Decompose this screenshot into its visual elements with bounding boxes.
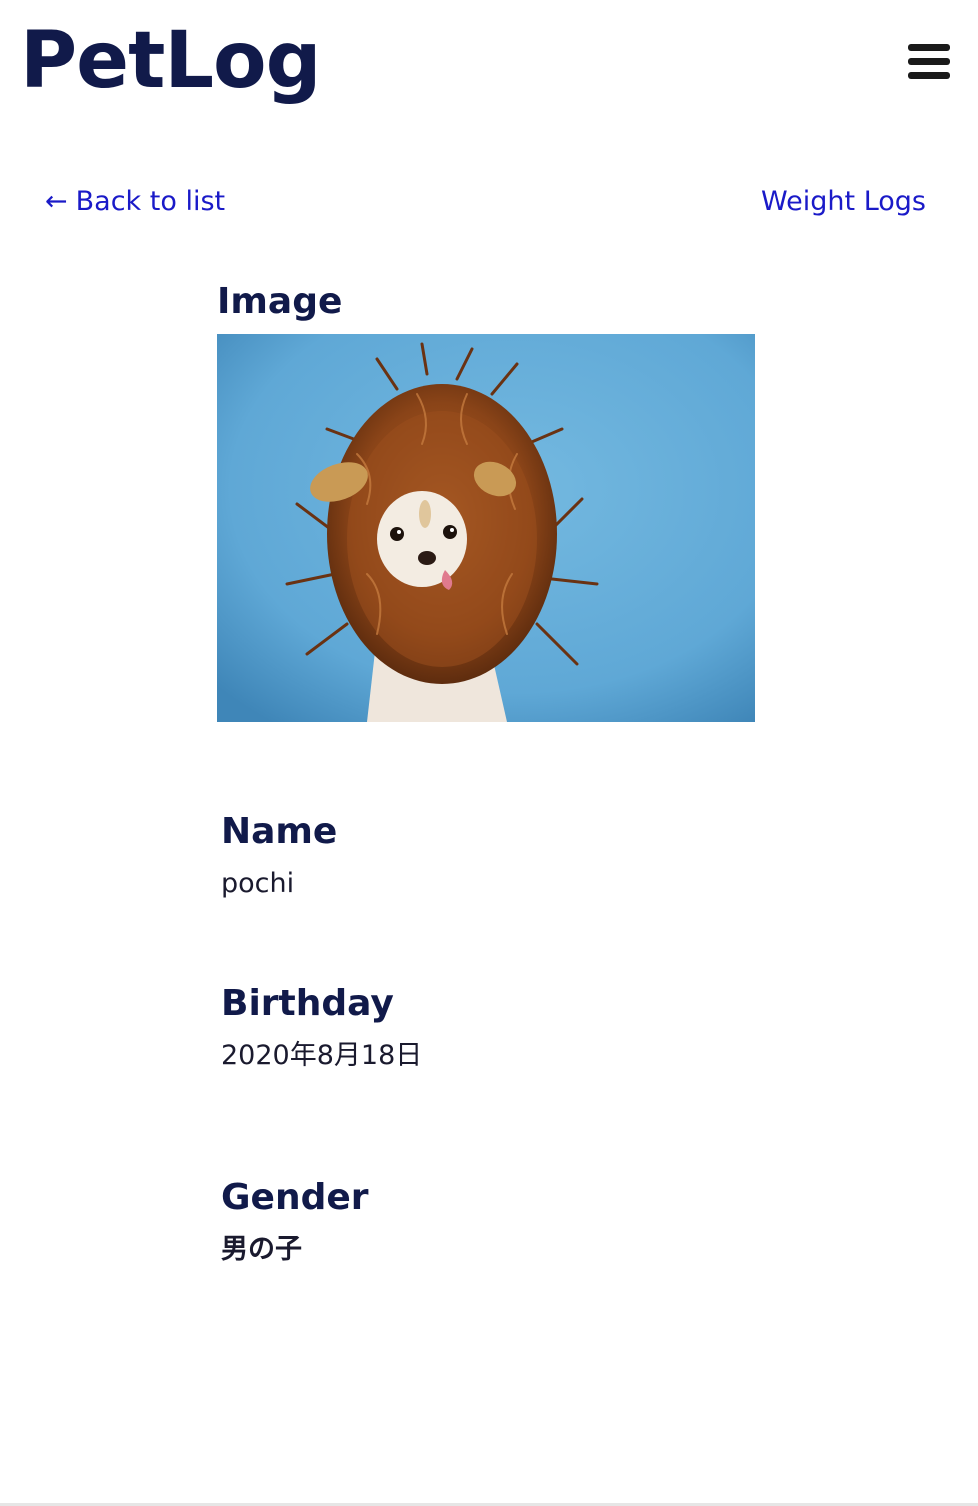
menu-bar	[908, 72, 950, 79]
birthday-value: 2020年8月18日	[221, 1040, 423, 1071]
gender-value: 男の子	[221, 1234, 302, 1265]
back-to-list-link[interactable]: ← Back to list	[45, 186, 225, 218]
hamburger-menu-icon[interactable]	[908, 44, 952, 80]
name-heading: Name	[221, 811, 338, 852]
name-value: pochi	[221, 868, 295, 899]
image-heading: Image	[217, 281, 343, 322]
left-arrow-icon: ←	[45, 186, 68, 217]
site-logo[interactable]: PetLog	[20, 22, 321, 100]
pet-photo	[217, 334, 755, 722]
back-to-list-label: Back to list	[75, 186, 226, 217]
gender-heading: Gender	[221, 1177, 369, 1218]
weight-logs-link[interactable]: Weight Logs	[761, 186, 926, 218]
birthday-heading: Birthday	[221, 983, 394, 1024]
menu-bar	[908, 58, 950, 65]
menu-bar	[908, 44, 950, 51]
